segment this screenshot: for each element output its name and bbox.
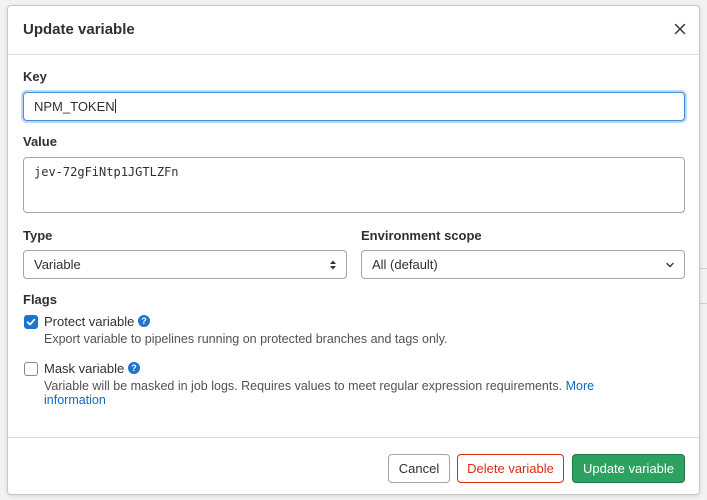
cancel-button[interactable]: Cancel (388, 454, 450, 483)
dialog-title: Update variable (23, 21, 135, 38)
mask-variable-help: Variable will be masked in job logs. Req… (44, 379, 644, 407)
flags-label: Flags (23, 292, 57, 307)
environment-scope-label: Environment scope (361, 228, 482, 243)
protect-variable-label: Protect variable ? (44, 314, 151, 329)
protect-variable-label-text: Protect variable (44, 314, 135, 329)
sort-arrows-icon (330, 260, 336, 270)
value-label: Value (23, 134, 57, 149)
text-caret (114, 99, 116, 113)
environment-scope-select[interactable]: All (default) (361, 250, 685, 279)
update-variable-button[interactable]: Update variable (572, 454, 685, 483)
mask-variable-label-text: Mask variable (44, 361, 125, 376)
key-label: Key (23, 69, 47, 84)
type-select[interactable]: Variable (23, 250, 347, 279)
value-textarea[interactable]: jev-72gFiNtp1JGTLZFn (23, 157, 685, 213)
close-button[interactable] (671, 20, 689, 38)
protect-variable-help: Export variable to pipelines running on … (44, 332, 448, 346)
update-variable-dialog: Update variable Key NPM_TOKEN Value jev-… (7, 5, 700, 495)
value-textarea-content: jev-72gFiNtp1JGTLZFn (34, 165, 179, 179)
mask-variable-checkbox[interactable] (24, 362, 38, 376)
svg-text:?: ? (142, 316, 148, 326)
close-icon (674, 23, 686, 35)
delete-variable-button[interactable]: Delete variable (457, 454, 564, 483)
more-information-link[interactable]: More (566, 379, 594, 393)
type-label: Type (23, 228, 53, 243)
question-circle-icon[interactable]: ? (128, 362, 141, 374)
key-input-value: NPM_TOKEN (34, 99, 115, 114)
dialog-footer: Cancel Delete variable Update variable (8, 437, 699, 494)
environment-scope-value: All (default) (372, 257, 438, 272)
key-input[interactable]: NPM_TOKEN (23, 92, 685, 121)
protect-variable-checkbox[interactable] (24, 315, 38, 329)
mask-variable-help-text: Variable will be masked in job logs. Req… (44, 379, 563, 393)
question-circle-icon[interactable]: ? (138, 315, 151, 327)
more-information-link-continued[interactable]: information (44, 393, 106, 407)
svg-text:?: ? (131, 363, 137, 373)
type-select-value: Variable (34, 257, 81, 272)
dialog-header: Update variable (8, 6, 699, 55)
checkmark-icon (26, 318, 36, 326)
mask-variable-label: Mask variable ? (44, 361, 141, 376)
chevron-down-icon (666, 262, 674, 268)
